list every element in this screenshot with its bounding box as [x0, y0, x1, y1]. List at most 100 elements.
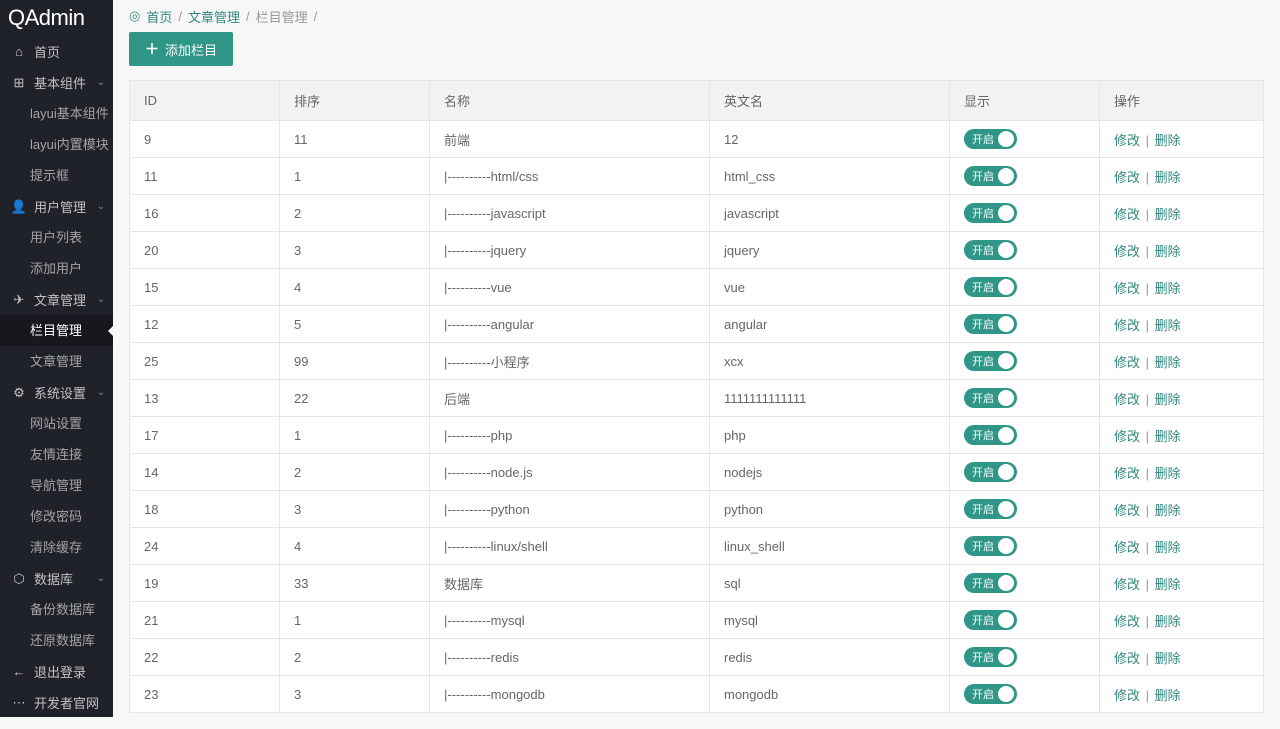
- switch-label: 开启: [972, 575, 994, 591]
- switch-label: 开启: [972, 538, 994, 554]
- add-column-button[interactable]: ＋ 添加栏目: [129, 32, 233, 66]
- cell-show: 开启: [950, 565, 1100, 602]
- cube-icon: ⬡: [10, 571, 28, 587]
- edit-link[interactable]: 修改: [1114, 281, 1140, 296]
- nav-sub-db-restore[interactable]: 还原数据库: [0, 625, 113, 656]
- chevron-down-icon: ⌄: [97, 201, 105, 212]
- delete-link[interactable]: 删除: [1155, 577, 1181, 592]
- nav-sub-db-backup[interactable]: 备份数据库: [0, 594, 113, 625]
- table-row: 20 3 |----------jquery jquery 开启 修改 | 删除: [130, 232, 1264, 269]
- edit-link[interactable]: 修改: [1114, 133, 1140, 148]
- show-toggle[interactable]: 开启: [964, 351, 1017, 371]
- nav-sub-friend-links[interactable]: 友情连接: [0, 439, 113, 470]
- delete-link[interactable]: 删除: [1155, 133, 1181, 148]
- edit-link[interactable]: 修改: [1114, 614, 1140, 629]
- edit-link[interactable]: 修改: [1114, 170, 1140, 185]
- cell-en: redis: [710, 639, 950, 676]
- nav-user[interactable]: 👤 用户管理 ⌄: [0, 191, 113, 222]
- delete-link[interactable]: 删除: [1155, 688, 1181, 703]
- edit-link[interactable]: 修改: [1114, 466, 1140, 481]
- nav-basic[interactable]: ⊞ 基本组件 ⌄: [0, 67, 113, 98]
- edit-link[interactable]: 修改: [1114, 540, 1140, 555]
- action-sep: |: [1146, 355, 1149, 370]
- delete-link[interactable]: 删除: [1155, 318, 1181, 333]
- nav-system[interactable]: ⚙ 系统设置 ⌄: [0, 377, 113, 408]
- breadcrumb-sep: /: [246, 9, 250, 24]
- show-toggle[interactable]: 开启: [964, 203, 1017, 223]
- home-icon: ⌂: [10, 44, 28, 59]
- edit-link[interactable]: 修改: [1114, 503, 1140, 518]
- show-toggle[interactable]: 开启: [964, 166, 1017, 186]
- nav-database[interactable]: ⬡ 数据库 ⌄: [0, 563, 113, 594]
- delete-link[interactable]: 删除: [1155, 355, 1181, 370]
- nav-sub-user-list[interactable]: 用户列表: [0, 222, 113, 253]
- show-toggle[interactable]: 开启: [964, 462, 1017, 482]
- show-toggle[interactable]: 开启: [964, 536, 1017, 556]
- switch-knob: [998, 575, 1014, 591]
- breadcrumb-level1[interactable]: 文章管理: [188, 7, 240, 26]
- edit-link[interactable]: 修改: [1114, 688, 1140, 703]
- nav-sub-site-settings[interactable]: 网站设置: [0, 408, 113, 439]
- nav-sub-clear-cache[interactable]: 清除缓存: [0, 532, 113, 563]
- delete-link[interactable]: 删除: [1155, 540, 1181, 555]
- switch-label: 开启: [972, 316, 994, 332]
- nav-logout[interactable]: ← 退出登录: [0, 656, 113, 687]
- edit-link[interactable]: 修改: [1114, 355, 1140, 370]
- action-sep: |: [1146, 207, 1149, 222]
- show-toggle[interactable]: 开启: [964, 610, 1017, 630]
- show-toggle[interactable]: 开启: [964, 129, 1017, 149]
- cell-id: 16: [130, 195, 280, 232]
- cell-id: 12: [130, 306, 280, 343]
- edit-link[interactable]: 修改: [1114, 651, 1140, 666]
- cell-op: 修改 | 删除: [1100, 343, 1264, 380]
- cell-name: |----------node.js: [430, 454, 710, 491]
- show-toggle[interactable]: 开启: [964, 647, 1017, 667]
- cell-en: vue: [710, 269, 950, 306]
- delete-link[interactable]: 删除: [1155, 503, 1181, 518]
- nav-sub-article-manage[interactable]: 文章管理: [0, 346, 113, 377]
- delete-link[interactable]: 删除: [1155, 207, 1181, 222]
- switch-label: 开启: [972, 390, 994, 406]
- edit-link[interactable]: 修改: [1114, 244, 1140, 259]
- edit-link[interactable]: 修改: [1114, 577, 1140, 592]
- show-toggle[interactable]: 开启: [964, 314, 1017, 334]
- breadcrumb-home[interactable]: 首页: [146, 7, 172, 26]
- cell-show: 开启: [950, 269, 1100, 306]
- edit-link[interactable]: 修改: [1114, 429, 1140, 444]
- show-toggle[interactable]: 开启: [964, 499, 1017, 519]
- delete-link[interactable]: 删除: [1155, 392, 1181, 407]
- nav-sub-column-manage[interactable]: 栏目管理: [0, 315, 113, 346]
- nav-sub-tips[interactable]: 提示框: [0, 160, 113, 191]
- nav-sub-nav-manage[interactable]: 导航管理: [0, 470, 113, 501]
- show-toggle[interactable]: 开启: [964, 425, 1017, 445]
- switch-label: 开启: [972, 205, 994, 221]
- delete-link[interactable]: 删除: [1155, 651, 1181, 666]
- cell-en: python: [710, 491, 950, 528]
- nav-sub-layui-basic[interactable]: layui基本组件: [0, 98, 113, 129]
- delete-link[interactable]: 删除: [1155, 170, 1181, 185]
- nav-sub-layui-builtin[interactable]: layui内置模块: [0, 129, 113, 160]
- cell-sort: 22: [280, 380, 430, 417]
- show-toggle[interactable]: 开启: [964, 277, 1017, 297]
- table-row: 24 4 |----------linux/shell linux_shell …: [130, 528, 1264, 565]
- edit-link[interactable]: 修改: [1114, 207, 1140, 222]
- nav-article[interactable]: ✈ 文章管理 ⌄: [0, 284, 113, 315]
- edit-link[interactable]: 修改: [1114, 318, 1140, 333]
- chevron-down-icon: ⌄: [97, 387, 105, 398]
- delete-link[interactable]: 删除: [1155, 281, 1181, 296]
- nav-developer[interactable]: ⋯ 开发者官网: [0, 687, 113, 717]
- cell-op: 修改 | 删除: [1100, 121, 1264, 158]
- show-toggle[interactable]: 开启: [964, 684, 1017, 704]
- edit-link[interactable]: 修改: [1114, 392, 1140, 407]
- delete-link[interactable]: 删除: [1155, 429, 1181, 444]
- show-toggle[interactable]: 开启: [964, 573, 1017, 593]
- delete-link[interactable]: 删除: [1155, 466, 1181, 481]
- cell-en: html_css: [710, 158, 950, 195]
- show-toggle[interactable]: 开启: [964, 240, 1017, 260]
- nav-sub-user-add[interactable]: 添加用户: [0, 253, 113, 284]
- delete-link[interactable]: 删除: [1155, 614, 1181, 629]
- delete-link[interactable]: 删除: [1155, 244, 1181, 259]
- show-toggle[interactable]: 开启: [964, 388, 1017, 408]
- nav-home[interactable]: ⌂ 首页: [0, 36, 113, 67]
- nav-sub-change-password[interactable]: 修改密码: [0, 501, 113, 532]
